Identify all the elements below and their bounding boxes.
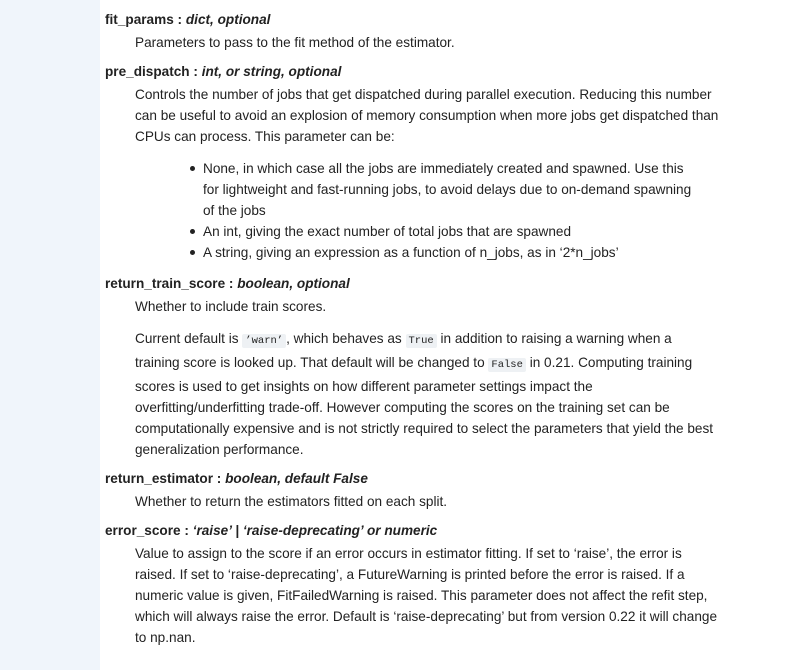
description-text: Value to assign to the score if an error…	[135, 543, 795, 648]
param-fit-params: fit_params : dict, optional Parameters t…	[105, 9, 795, 53]
description-text: Controls the number of jobs that get dis…	[135, 84, 795, 147]
left-sidebar-strip	[0, 0, 100, 670]
list-item-line: of the jobs	[203, 203, 266, 218]
param-name: return_train_score	[105, 276, 226, 291]
inline-code-warn: ’warn’	[242, 334, 287, 348]
description-line: Controls the number of jobs that get dis…	[135, 87, 712, 102]
param-name: error_score	[105, 523, 181, 538]
list-item: None, in which case all the jobs are imm…	[189, 158, 795, 221]
param-separator: :	[173, 12, 186, 27]
description-line: numeric value is given, FitFailedWarning…	[135, 588, 708, 603]
param-type: dict, optional	[185, 12, 271, 27]
parameters-list: fit_params : dict, optional Parameters t…	[105, 9, 795, 648]
description-line: raised. If set to ‘raise-deprecating’, a…	[135, 567, 685, 582]
text-run: Current default is	[135, 331, 243, 346]
list-item-line: A string, giving an expression as a func…	[203, 245, 619, 260]
param-name: return_estimator	[105, 471, 214, 486]
param-description: Whether to include train scores. Current…	[135, 296, 795, 460]
list-item-line: None, in which case all the jobs are imm…	[203, 161, 684, 176]
param-heading: return_train_score : boolean, optional	[105, 273, 795, 294]
param-separator: :	[189, 64, 202, 79]
param-description: Value to assign to the score if an error…	[135, 543, 795, 648]
description-line: which will always raise the error. Defau…	[135, 609, 718, 624]
description-text: Whether to include train scores.	[135, 299, 327, 314]
description-line: computationally expensive and is not str…	[135, 421, 714, 436]
param-return-estimator: return_estimator : boolean, default Fals…	[105, 468, 795, 512]
param-name: pre_dispatch	[105, 64, 190, 79]
param-description: Whether to return the estimators fitted …	[135, 491, 795, 512]
description-line: CPUs can process. This parameter can be:	[135, 129, 395, 144]
description-line: to np.nan.	[135, 630, 196, 645]
param-type: boolean, optional	[237, 276, 350, 291]
param-separator: :	[225, 276, 238, 291]
param-type: ‘raise’ | ‘raise-deprecating’ or numeric	[192, 523, 438, 538]
param-name: fit_params	[105, 12, 174, 27]
description-text: Parameters to pass to the fit method of …	[135, 35, 455, 50]
list-item: An int, giving the exact number of total…	[189, 221, 795, 242]
param-heading: pre_dispatch : int, or string, optional	[105, 61, 795, 82]
param-heading: error_score : ‘raise’ | ‘raise-deprecati…	[105, 520, 795, 541]
description-text: Whether to return the estimators fitted …	[135, 494, 448, 509]
list-item-line: for lightweight and fast-running jobs, t…	[203, 182, 692, 197]
list-item: A string, giving an expression as a func…	[189, 242, 795, 263]
description-line: overfitting/underfitting trade-off. Howe…	[135, 400, 670, 415]
description-line: generalization performance.	[135, 442, 304, 457]
options-list: None, in which case all the jobs are imm…	[135, 158, 795, 263]
param-type: int, or string, optional	[201, 64, 342, 79]
list-item-line: An int, giving the exact number of total…	[203, 224, 572, 239]
text-run: in 0.21. Computing training	[525, 355, 693, 370]
text-run: , which behaves as	[286, 331, 406, 346]
description-text: Current default is ’warn’, which behaves…	[135, 328, 795, 460]
description-line: Value to assign to the score if an error…	[135, 546, 682, 561]
param-error-score: error_score : ‘raise’ | ‘raise-deprecati…	[105, 520, 795, 648]
param-pre-dispatch: pre_dispatch : int, or string, optional …	[105, 61, 795, 263]
description-line: can be useful to avoid an explosion of m…	[135, 108, 719, 123]
text-run: in addition to raising a warning when a	[436, 331, 672, 346]
param-description: Parameters to pass to the fit method of …	[135, 32, 795, 53]
inline-code-true: True	[405, 334, 437, 348]
description-line: scores is used to get insights on how di…	[135, 379, 593, 394]
param-return-train-score: return_train_score : boolean, optional W…	[105, 273, 795, 460]
param-description: Controls the number of jobs that get dis…	[135, 84, 795, 263]
param-heading: fit_params : dict, optional	[105, 9, 795, 30]
param-separator: :	[180, 523, 193, 538]
param-separator: :	[213, 471, 226, 486]
param-type: boolean, default False	[225, 471, 368, 486]
param-heading: return_estimator : boolean, default Fals…	[105, 468, 795, 489]
inline-code-false: False	[488, 358, 526, 372]
text-run: training score is looked up. That defaul…	[135, 355, 489, 370]
